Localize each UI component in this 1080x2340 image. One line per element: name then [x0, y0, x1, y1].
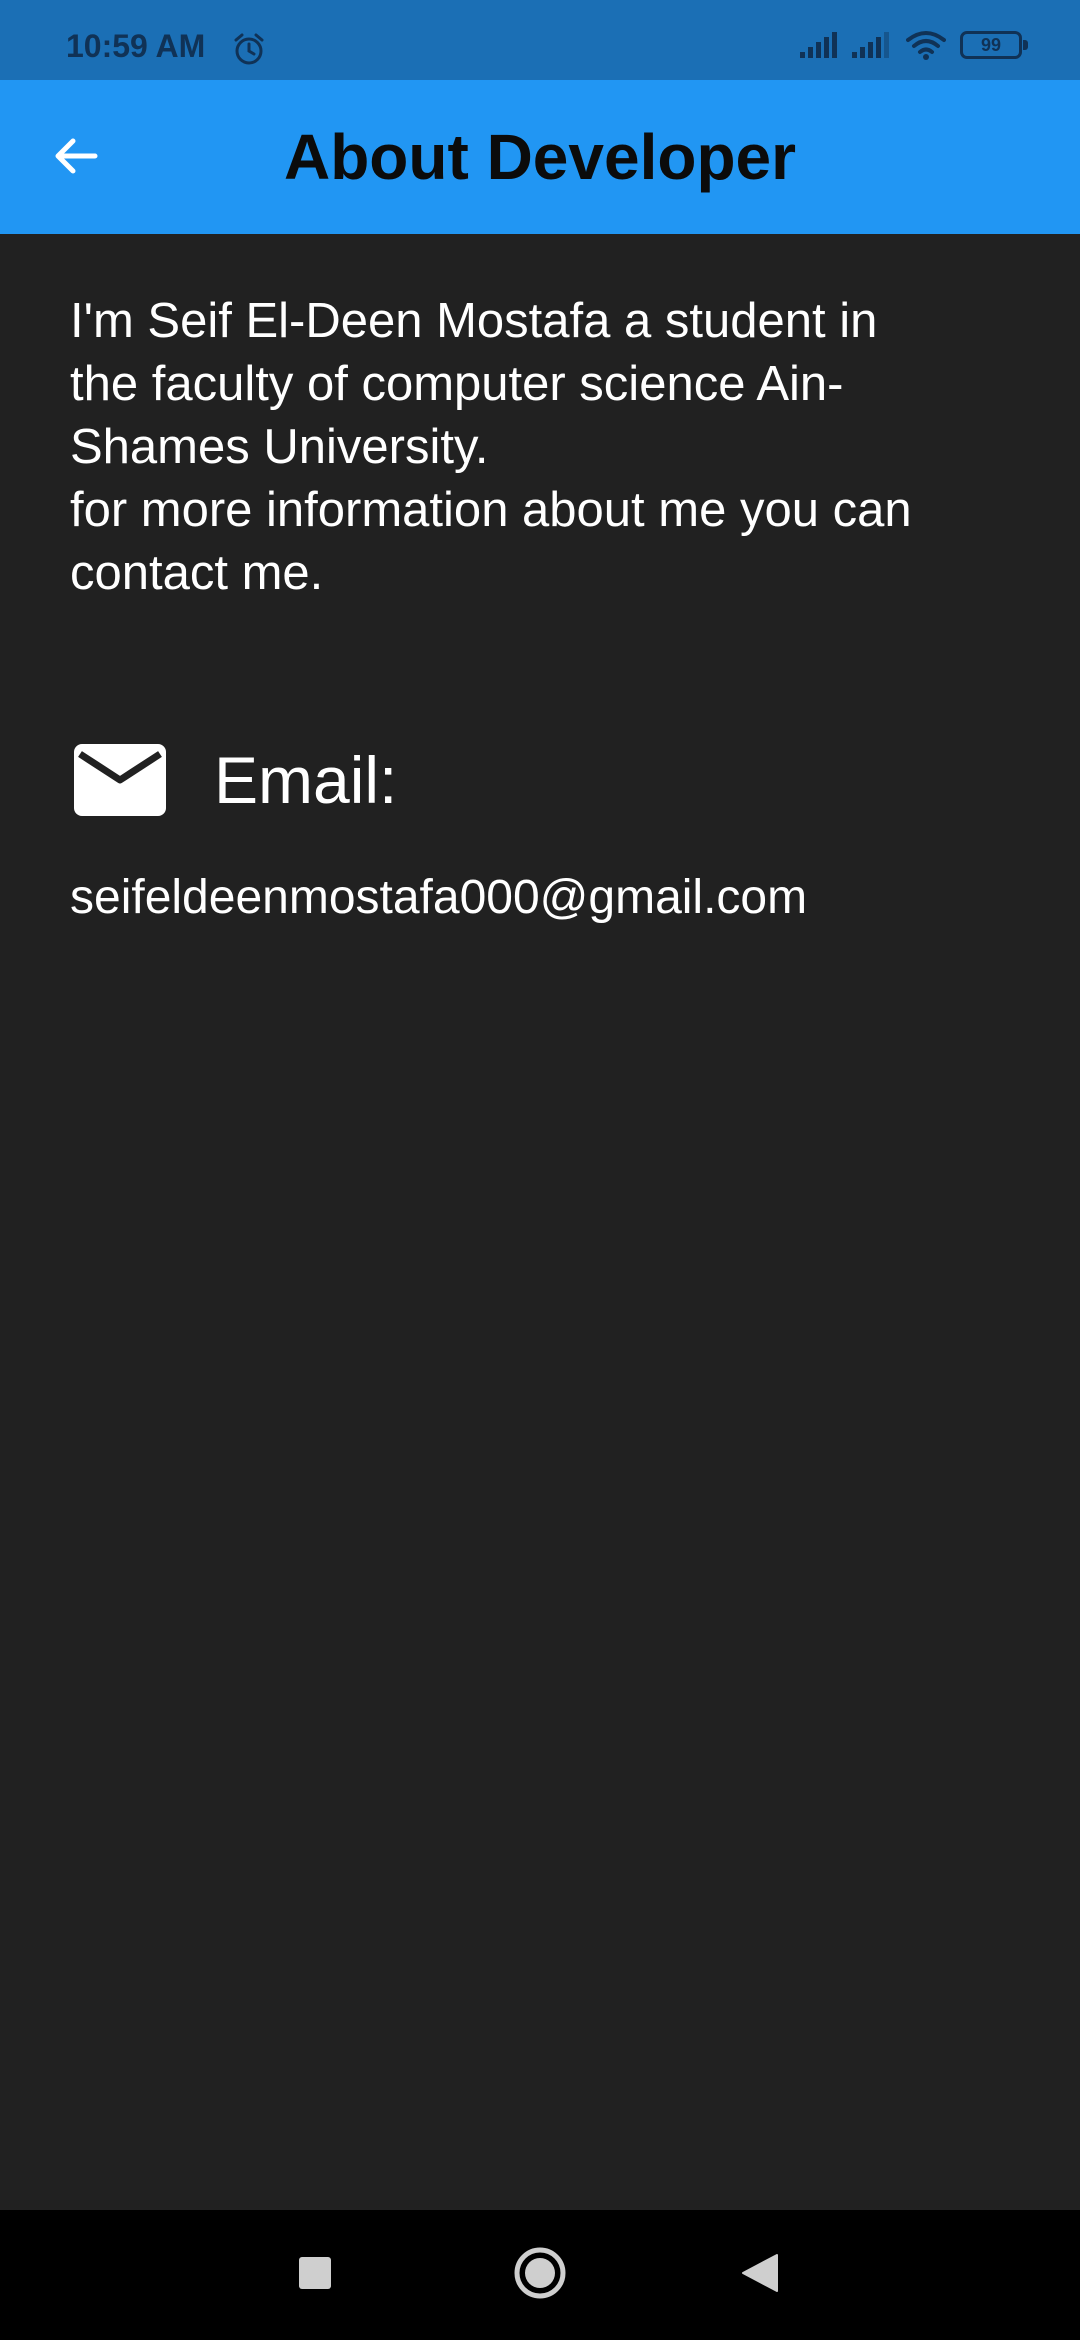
alarm-clock-icon	[232, 32, 266, 71]
recents-square-icon	[298, 2256, 332, 2295]
page-title: About Developer	[283, 121, 797, 193]
home-button[interactable]	[480, 2210, 600, 2340]
status-icons: 99	[798, 30, 1028, 60]
bio-line: Shames University.	[70, 420, 489, 474]
status-bar: 10:59 AM 99	[0, 0, 1080, 80]
status-time: 10:59 AM	[66, 28, 206, 64]
bio-line: contact me.	[70, 546, 324, 600]
back-triangle-icon	[741, 2253, 779, 2298]
bio-line: for more information about me you can	[70, 483, 912, 537]
recents-button[interactable]	[255, 2210, 375, 2340]
bio-line: the faculty of computer science Ain-	[70, 357, 844, 411]
back-button[interactable]	[36, 118, 116, 198]
navigation-bar	[0, 2210, 1080, 2340]
app-bar: About Developer	[0, 80, 1080, 234]
email-address[interactable]: seifeldeenmostafa000@gmail.com	[70, 870, 807, 925]
wifi-icon	[906, 30, 946, 60]
arrow-back-icon	[51, 131, 101, 186]
bio-section: I'm Seif El-Deen Mostafa a student in th…	[70, 290, 1040, 605]
signal-icon	[850, 30, 892, 60]
email-row: Email:	[70, 740, 397, 820]
email-label: Email:	[214, 743, 398, 817]
bio-text: I'm Seif El-Deen Mostafa a student in th…	[70, 290, 1040, 605]
battery-level: 99	[980, 35, 1002, 55]
mail-icon	[70, 740, 170, 820]
bio-line: I'm Seif El-Deen Mostafa a student in	[70, 294, 878, 348]
signal-icon	[798, 30, 840, 60]
battery-icon: 99	[960, 31, 1028, 59]
nav-back-button[interactable]	[700, 2210, 820, 2340]
home-circle-icon	[513, 2246, 567, 2305]
